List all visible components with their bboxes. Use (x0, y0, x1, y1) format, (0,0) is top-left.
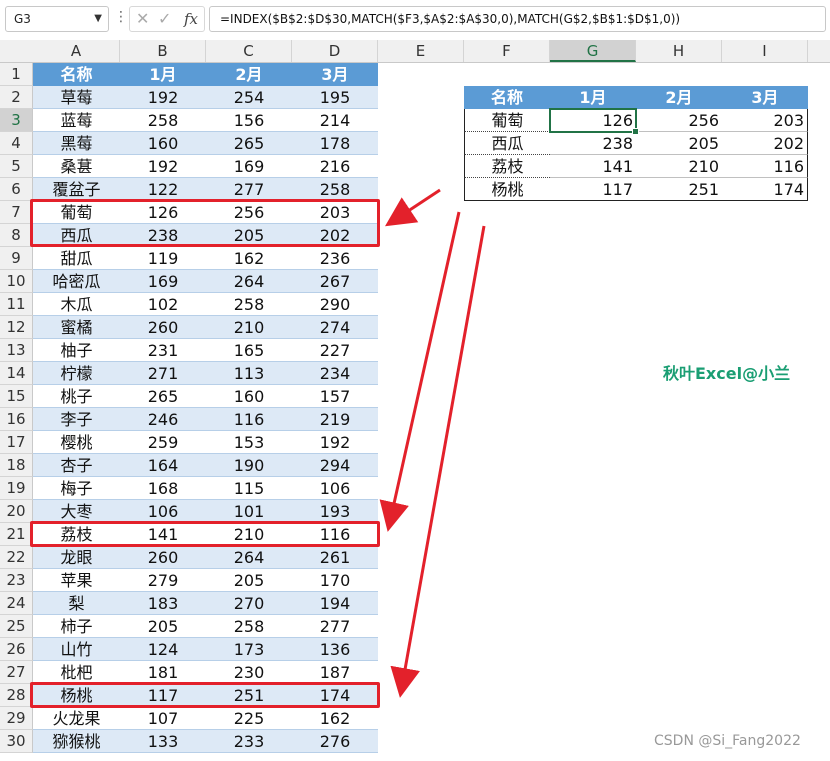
watermark-text: 秋叶Excel@小兰 (663, 364, 791, 383)
arrow-to-starfruit (390, 225, 486, 698)
arrow-to-lychee (379, 211, 461, 532)
arrow-to-grape (384, 188, 441, 227)
credit-text: CSDN @Si_Fang2022 (654, 733, 801, 749)
